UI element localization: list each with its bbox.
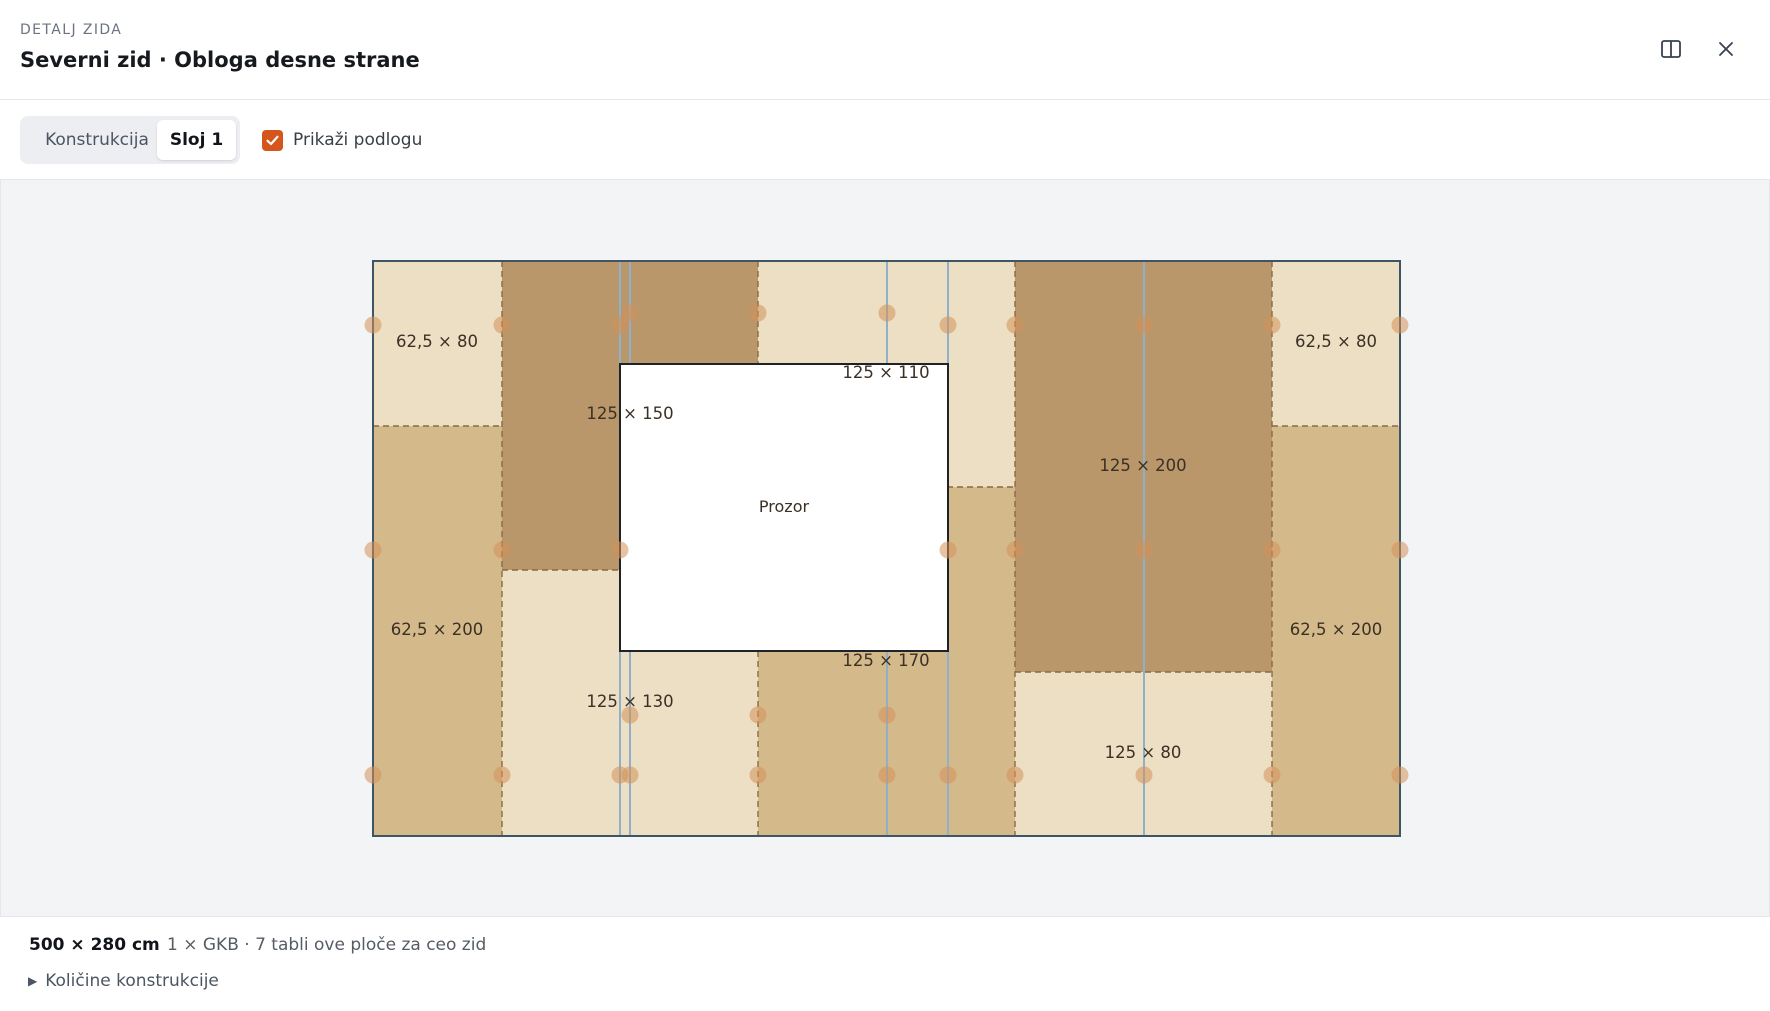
panel-label: 125 × 150 [586, 404, 673, 423]
checkbox[interactable] [262, 129, 283, 151]
wall-dimensions: 500 × 280 cm [29, 935, 160, 955]
checkmark-icon [266, 135, 279, 145]
split-view-button[interactable] [1656, 34, 1686, 64]
drawing-canvas: 62,5 × 80 125 × 150 125 × 110 125 × 200 … [0, 180, 1770, 916]
layer-spec: 1 × GKB · 7 tabli ove ploče za ceo zid [167, 935, 487, 955]
disclosure-triangle-icon: ▶ [28, 974, 38, 988]
panel-label: 125 × 110 [842, 363, 929, 382]
header-eyebrow: DETALJ ZIDA [20, 22, 123, 38]
panel-label: 125 × 130 [586, 692, 673, 711]
panel-label: 62,5 × 80 [1295, 332, 1377, 351]
close-icon [1719, 42, 1733, 56]
panel-label: 125 × 80 [1105, 743, 1182, 762]
quantities-toggle-label: Količine konstrukcije [45, 971, 219, 991]
layer-tabs: Konstrukcija Sloj 1 [20, 116, 240, 164]
panel-label: 62,5 × 200 [391, 620, 484, 639]
split-view-icon [1661, 40, 1681, 58]
tab-sloj-1[interactable]: Sloj 1 [157, 120, 236, 160]
wall-drawing: 62,5 × 80 125 × 150 125 × 110 125 × 200 … [364, 260, 1409, 837]
tab-konstrukcija[interactable]: Konstrukcija [24, 120, 170, 160]
window-label: Prozor [759, 497, 810, 516]
show-substrate-toggle[interactable]: Prikaži podlogu [262, 128, 422, 152]
panel-label: 125 × 200 [1099, 456, 1186, 475]
summary-footer: 500 × 280 cm 1 × GKB · 7 tabli ove ploče… [0, 916, 1770, 1011]
panel-label: 62,5 × 80 [396, 332, 478, 351]
panel-label: 62,5 × 200 [1290, 620, 1383, 639]
dialog-header: DETALJ ZIDA Severni zid · Obloga desne s… [0, 0, 1770, 100]
quantities-toggle[interactable]: ▶ Količine konstrukcije [28, 971, 219, 991]
page-title: Severni zid · Obloga desne strane [20, 48, 420, 72]
checkbox-label: Prikaži podlogu [293, 130, 423, 150]
panel-label: 125 × 170 [842, 651, 929, 670]
layer-toolbar: Konstrukcija Sloj 1 Prikaži podlogu [0, 100, 1770, 180]
close-button[interactable] [1711, 34, 1741, 64]
